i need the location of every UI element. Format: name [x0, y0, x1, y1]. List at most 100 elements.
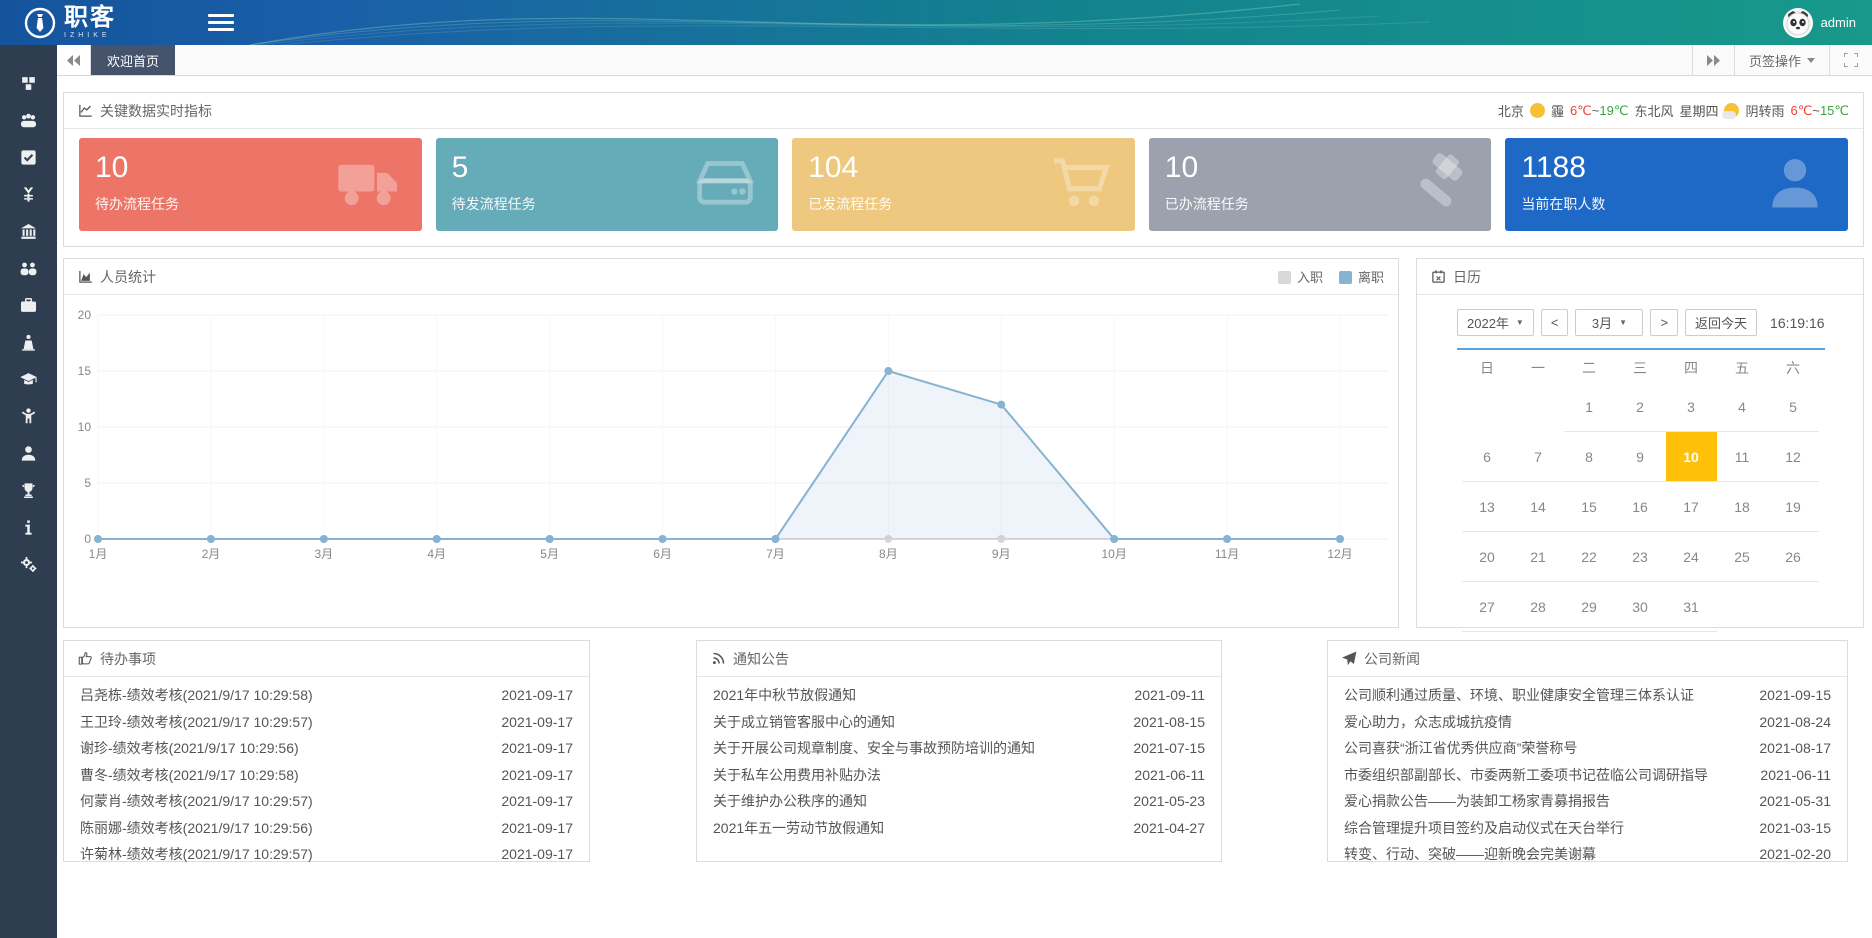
list-item[interactable]: 关于成立销管客服中心的通知 2021-08-15 [713, 709, 1205, 736]
scroll-tabs-left-button[interactable] [57, 45, 91, 75]
list-item[interactable]: 2021年五一劳动节放假通知 2021-04-27 [713, 815, 1205, 842]
calendar-day[interactable]: 28 [1513, 582, 1564, 632]
fullscreen-button[interactable] [1829, 45, 1872, 75]
list-item[interactable]: 关于开展公司规章制度、安全与事故预防培训的通知 2021-07-15 [713, 735, 1205, 762]
sidebar-item-users[interactable] [0, 250, 57, 287]
calendar-day[interactable]: 7 [1513, 432, 1564, 482]
double-right-arrow-icon [1707, 55, 1720, 66]
calendar-day[interactable]: 1 [1564, 382, 1615, 432]
list-item[interactable]: 关于私车公用费用补贴办法 2021-06-11 [713, 762, 1205, 789]
sidebar-item-speaker[interactable] [0, 324, 57, 361]
list-item[interactable]: 王卫玲-绩效考核(2021/9/17 10:29:57) 2021-09-17 [80, 709, 573, 736]
stat-card-3[interactable]: 10 已办流程任务 [1149, 138, 1492, 231]
calendar-day[interactable]: 8 [1564, 432, 1615, 482]
calendar-day[interactable]: 30 [1615, 582, 1666, 632]
item-text: 市委组织部副部长、市委两新工委项书记莅临公司调研指导 [1344, 765, 1740, 785]
calendar-day[interactable]: 2 [1615, 382, 1666, 432]
calendar-day[interactable]: 27 [1462, 582, 1513, 632]
logo-tie-icon [24, 7, 56, 39]
list-item[interactable]: 吕尧栋-绩效考核(2021/9/17 10:29:58) 2021-09-17 [80, 682, 573, 709]
calendar-day[interactable]: 19 [1768, 482, 1819, 532]
list-item[interactable]: 转变、行动、突破——迎新晚会完美谢幕 2021-02-20 [1344, 841, 1831, 868]
calendar-day[interactable]: 9 [1615, 432, 1666, 482]
list-item[interactable]: 许菊林-绩效考核(2021/9/17 10:29:57) 2021-09-17 [80, 841, 573, 868]
user-menu[interactable]: admin [1783, 8, 1872, 38]
menu-toggle-icon[interactable] [208, 12, 234, 34]
legend-item[interactable]: 入职 [1278, 267, 1323, 286]
item-date: 2021-08-15 [1133, 714, 1205, 730]
sidebar-item-cubes[interactable] [0, 65, 57, 102]
stat-card-1[interactable]: 5 待发流程任务 [436, 138, 779, 231]
list-item[interactable]: 爱心助力，众志成城抗疫情 2021-08-24 [1344, 709, 1831, 736]
list-item[interactable]: 公司喜获“浙江省优秀供应商”荣誉称号 2021-08-17 [1344, 735, 1831, 762]
calendar-day[interactable]: 23 [1615, 532, 1666, 582]
item-text: 王卫玲-绩效考核(2021/9/17 10:29:57) [80, 712, 481, 732]
weather-tomorrow-high: 15℃ [1820, 103, 1849, 118]
item-date: 2021-09-11 [1134, 687, 1205, 703]
calendar-day[interactable]: 26 [1768, 532, 1819, 582]
calendar-day[interactable]: 24 [1666, 532, 1717, 582]
calendar-day[interactable]: 16 [1615, 482, 1666, 532]
person-icon [1760, 151, 1830, 215]
calendar-day[interactable]: 15 [1564, 482, 1615, 532]
sidebar-item-briefcase[interactable] [0, 287, 57, 324]
sidebar-item-check-square[interactable] [0, 139, 57, 176]
calendar-day[interactable]: 4 [1717, 382, 1768, 432]
calendar-day[interactable]: 3 [1666, 382, 1717, 432]
calendar-day[interactable]: 12 [1768, 432, 1819, 482]
calendar-day[interactable]: 13 [1462, 482, 1513, 532]
sidebar-item-bank[interactable] [0, 213, 57, 250]
back-to-today-button[interactable]: 返回今天 [1685, 309, 1757, 336]
calendar-day[interactable]: 5 [1768, 382, 1819, 432]
thumbs-up-icon [78, 651, 93, 666]
item-date: 2021-06-11 [1760, 767, 1831, 783]
calendar-day[interactable]: 25 [1717, 532, 1768, 582]
sidebar-item-graduation-cap[interactable] [0, 361, 57, 398]
sun-icon [1530, 103, 1545, 118]
calendar-day[interactable]: 14 [1513, 482, 1564, 532]
calendar-day[interactable]: 29 [1564, 582, 1615, 632]
list-item[interactable]: 爱心捐款公告——为装卸工杨家青募捐报告 2021-05-31 [1344, 788, 1831, 815]
calendar-day[interactable]: 31 [1666, 582, 1717, 632]
scroll-tabs-right-button[interactable] [1692, 45, 1734, 75]
item-text: 关于私车公用费用补贴办法 [713, 765, 1114, 785]
sidebar-item-trophy[interactable] [0, 472, 57, 509]
list-item[interactable]: 谢珍-绩效考核(2021/9/17 10:29:56) 2021-09-17 [80, 735, 573, 762]
list-item[interactable]: 市委组织部副部长、市委两新工委项书记莅临公司调研指导 2021-06-11 [1344, 762, 1831, 789]
sidebar-item-yen[interactable] [0, 176, 57, 213]
todo-panel: 待办事项 吕尧栋-绩效考核(2021/9/17 10:29:58) 2021-0… [63, 640, 590, 862]
calendar-day[interactable]: 20 [1462, 532, 1513, 582]
next-month-button[interactable]: > [1650, 309, 1678, 336]
legend-item[interactable]: 离职 [1339, 267, 1384, 286]
calendar-day-selected[interactable]: 10 [1666, 432, 1717, 482]
weekday-label: 三 [1615, 354, 1666, 382]
calendar-day[interactable]: 17 [1666, 482, 1717, 532]
sidebar-item-user[interactable] [0, 435, 57, 472]
calendar-day[interactable]: 22 [1564, 532, 1615, 582]
tab-home[interactable]: 欢迎首页 [91, 45, 175, 75]
list-item[interactable]: 公司顺利通过质量、环境、职业健康安全管理三体系认证 2021-09-15 [1344, 682, 1831, 709]
list-item[interactable]: 陈丽娜-绩效考核(2021/9/17 10:29:56) 2021-09-17 [80, 815, 573, 842]
list-item[interactable]: 综合管理提升项目签约及启动仪式在天台举行 2021-03-15 [1344, 815, 1831, 842]
sidebar-item-child[interactable] [0, 398, 57, 435]
stat-card-0[interactable]: 10 待办流程任务 [79, 138, 422, 231]
bank-icon [19, 222, 38, 241]
sidebar-item-team[interactable] [0, 102, 57, 139]
list-item[interactable]: 曹冬-绩效考核(2021/9/17 10:29:58) 2021-09-17 [80, 762, 573, 789]
list-item[interactable]: 2021年中秋节放假通知 2021-09-11 [713, 682, 1205, 709]
weekday-label: 四 [1666, 354, 1717, 382]
list-item[interactable]: 何蒙肖-绩效考核(2021/9/17 10:29:57) 2021-09-17 [80, 788, 573, 815]
year-select[interactable]: 2022年 [1457, 309, 1534, 336]
sidebar-item-info[interactable] [0, 509, 57, 546]
calendar-day[interactable]: 21 [1513, 532, 1564, 582]
stat-card-4[interactable]: 1188 当前在职人数 [1505, 138, 1848, 231]
calendar-day[interactable]: 18 [1717, 482, 1768, 532]
tab-operations-dropdown[interactable]: 页签操作 [1734, 45, 1829, 75]
month-select[interactable]: 3月 [1575, 309, 1643, 336]
prev-month-button[interactable]: < [1541, 309, 1569, 336]
calendar-day[interactable]: 11 [1717, 432, 1768, 482]
calendar-day[interactable]: 6 [1462, 432, 1513, 482]
stat-card-2[interactable]: 104 已发流程任务 [792, 138, 1135, 231]
sidebar-item-gears[interactable] [0, 546, 57, 583]
list-item[interactable]: 关于维护办公秩序的通知 2021-05-23 [713, 788, 1205, 815]
